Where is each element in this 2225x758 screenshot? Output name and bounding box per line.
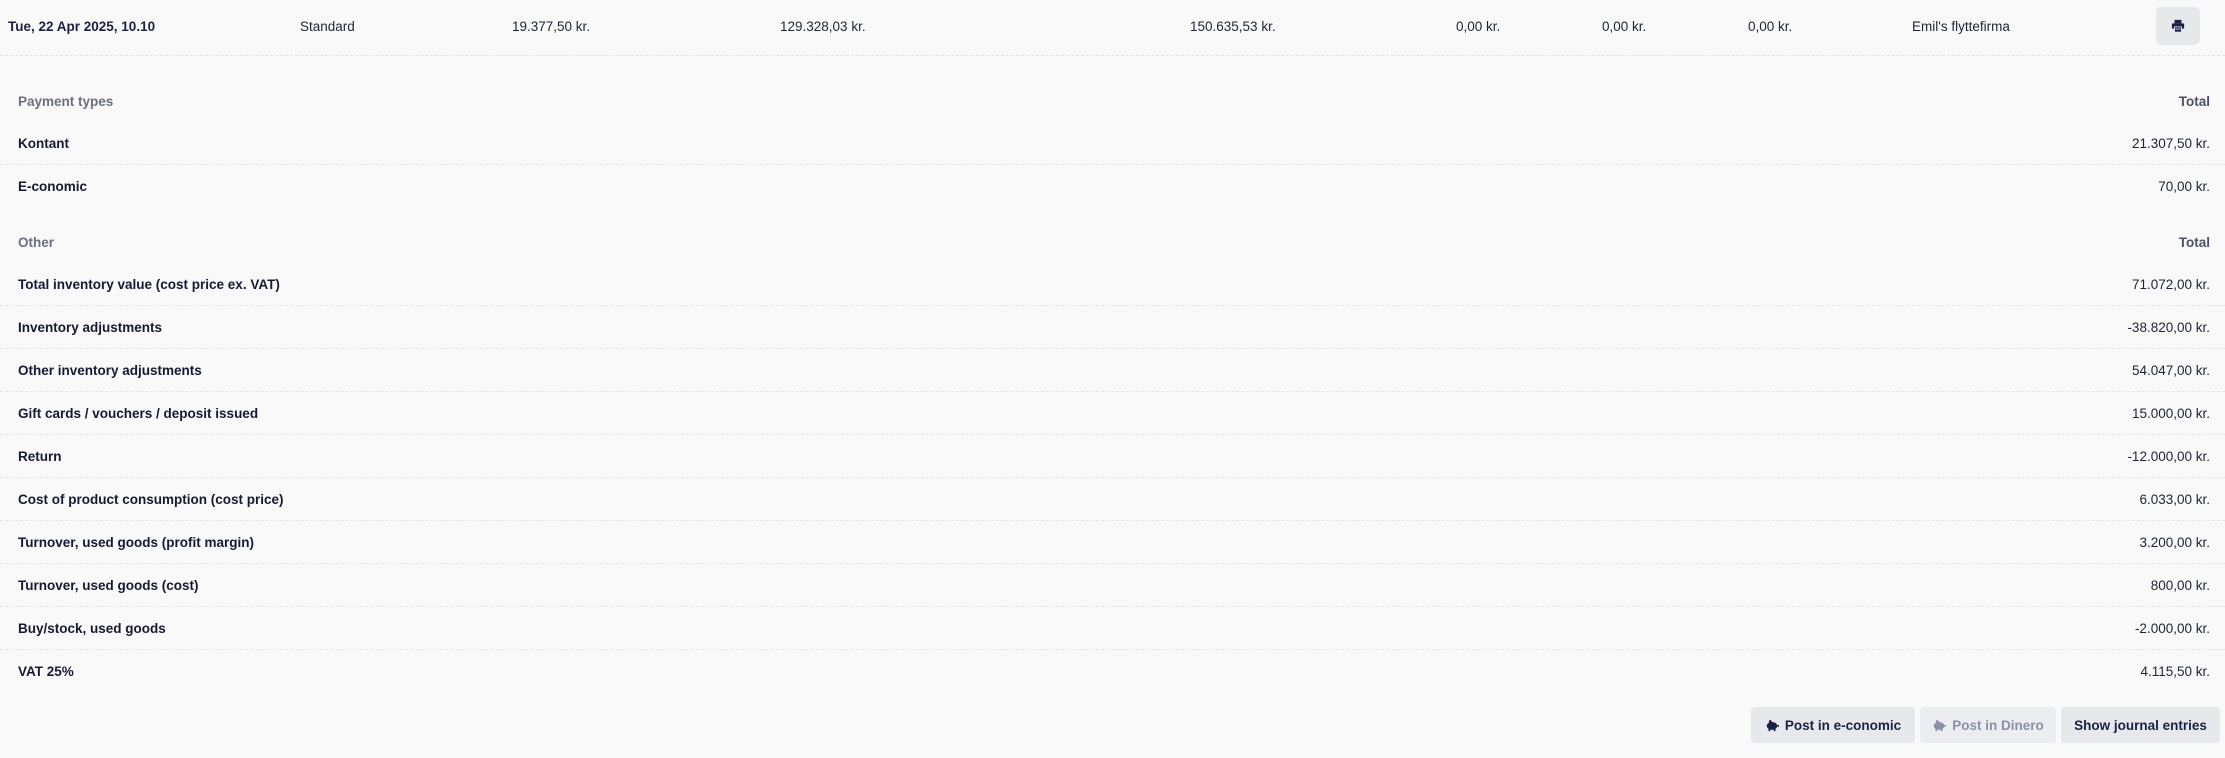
piggy-bank-icon xyxy=(1933,720,1947,732)
summary-amount-1: 19.377,50 kr. xyxy=(512,19,591,34)
summary-amount-5: 0,00 kr. xyxy=(1602,19,1647,34)
post-economic-button[interactable]: Post in e-conomic xyxy=(1751,707,1915,743)
summary-date: Tue, 22 Apr 2025, 10.10 xyxy=(8,19,156,34)
other-row: Turnover, used goods (profit margin) 3.2… xyxy=(0,521,2225,564)
show-journal-entries-button[interactable]: Show journal entries xyxy=(2061,707,2220,743)
other-row: Return -12.000,00 kr. xyxy=(0,435,2225,478)
other-row-value: -2.000,00 kr. xyxy=(2134,621,2210,636)
other-row-value: 3.200,00 kr. xyxy=(2139,535,2210,550)
summary-type: Standard xyxy=(300,19,355,34)
page: Tue, 22 Apr 2025, 10.10 Standard 19.377,… xyxy=(0,0,2225,758)
other-row: Inventory adjustments -38.820,00 kr. xyxy=(0,306,2225,349)
other-row-value: 54.047,00 kr. xyxy=(2131,363,2210,378)
other-row-label: Cost of product consumption (cost price) xyxy=(18,492,284,507)
other-row-label: Gift cards / vouchers / deposit issued xyxy=(18,406,259,421)
summary-amount-4: 0,00 kr. xyxy=(1456,19,1501,34)
other-header: Other Total xyxy=(0,235,2225,257)
payment-row-label: Kontant xyxy=(18,136,69,151)
other-row-label: Turnover, used goods (profit margin) xyxy=(18,535,255,550)
other-row: Other inventory adjustments 54.047,00 kr… xyxy=(0,349,2225,392)
payment-types-total-header: Total xyxy=(2178,94,2210,109)
other-row-value: -12.000,00 kr. xyxy=(2127,449,2210,464)
other-title: Other xyxy=(18,235,55,250)
other-row: Total inventory value (cost price ex. VA… xyxy=(0,263,2225,306)
payment-types-header: Payment types Total xyxy=(0,94,2225,116)
summary-row: Tue, 22 Apr 2025, 10.10 Standard 19.377,… xyxy=(0,0,2225,56)
post-dinero-button[interactable]: Post in Dinero xyxy=(1920,707,2056,743)
summary-amount-3: 150.635,53 kr. xyxy=(1190,19,1276,34)
other-row-value: 4.115,50 kr. xyxy=(2140,664,2210,679)
summary-amount-2: 129.328,03 kr. xyxy=(780,19,866,34)
other-row-label: Buy/stock, used goods xyxy=(18,621,166,636)
print-icon xyxy=(2171,19,2185,33)
other-row-value: 71.072,00 kr. xyxy=(2131,277,2210,292)
other-row-label: Inventory adjustments xyxy=(18,320,163,335)
other-row-label: VAT 25% xyxy=(18,664,74,679)
show-journal-entries-label: Show journal entries xyxy=(2074,717,2207,733)
other-row: Cost of product consumption (cost price)… xyxy=(0,478,2225,521)
other-row-value: 800,00 kr. xyxy=(2150,578,2210,593)
other-row-label: Return xyxy=(18,449,62,464)
summary-amount-6: 0,00 kr. xyxy=(1748,19,1793,34)
other-row: VAT 25% 4.115,50 kr. xyxy=(0,650,2225,693)
other-row-value: 15.000,00 kr. xyxy=(2131,406,2210,421)
payment-row-label: E-conomic xyxy=(18,179,88,194)
other-row-label: Turnover, used goods (cost) xyxy=(18,578,199,593)
post-dinero-label: Post in Dinero xyxy=(1952,717,2044,733)
post-economic-label: Post in e-conomic xyxy=(1784,717,1902,733)
payment-types-title: Payment types xyxy=(18,94,114,109)
payment-row: Kontant 21.307,50 kr. xyxy=(0,122,2225,165)
other-row-label: Other inventory adjustments xyxy=(18,363,202,378)
other-row-value: 6.033,00 kr. xyxy=(2139,492,2210,507)
other-row: Turnover, used goods (cost) 800,00 kr. xyxy=(0,564,2225,607)
print-button[interactable] xyxy=(2156,7,2200,45)
payment-row-value: 70,00 kr. xyxy=(2158,179,2210,194)
other-row-label: Total inventory value (cost price ex. VA… xyxy=(18,277,280,292)
other-row: Gift cards / vouchers / deposit issued 1… xyxy=(0,392,2225,435)
piggy-bank-icon xyxy=(1766,720,1779,732)
payment-row: E-conomic 70,00 kr. xyxy=(0,165,2225,208)
other-total-header: Total xyxy=(2178,235,2210,250)
other-row-value: -38.820,00 kr. xyxy=(2127,320,2210,335)
other-row: Buy/stock, used goods -2.000,00 kr. xyxy=(0,607,2225,650)
summary-company: Emil's flyttefirma xyxy=(1912,19,2010,34)
payment-row-value: 21.307,50 kr. xyxy=(2131,136,2210,151)
